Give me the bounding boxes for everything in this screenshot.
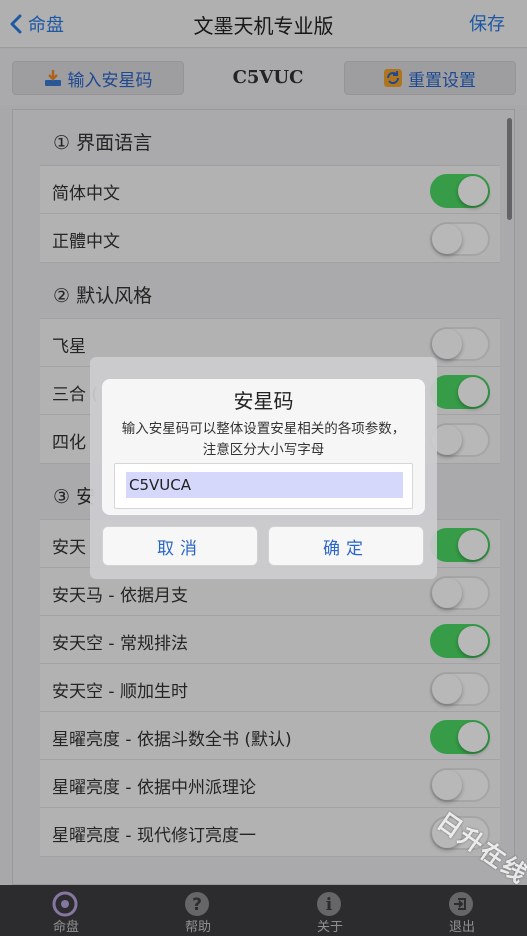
cancel-button[interactable]: 取消 [102,526,258,566]
code-input[interactable] [126,472,403,498]
code-input-container [114,463,413,509]
code-dialog: 安星码 输入安星码可以整体设置安星相关的各项参数，注意区分大小写字母 取消 确定 [90,357,437,579]
confirm-button[interactable]: 确定 [268,526,424,566]
dialog-title: 安星码 [233,389,294,413]
dialog-message: 输入安星码可以整体设置安星相关的各项参数，注意区分大小写字母 [121,421,406,458]
dialog-body: 安星码 输入安星码可以整体设置安星相关的各项参数，注意区分大小写字母 [102,379,425,515]
